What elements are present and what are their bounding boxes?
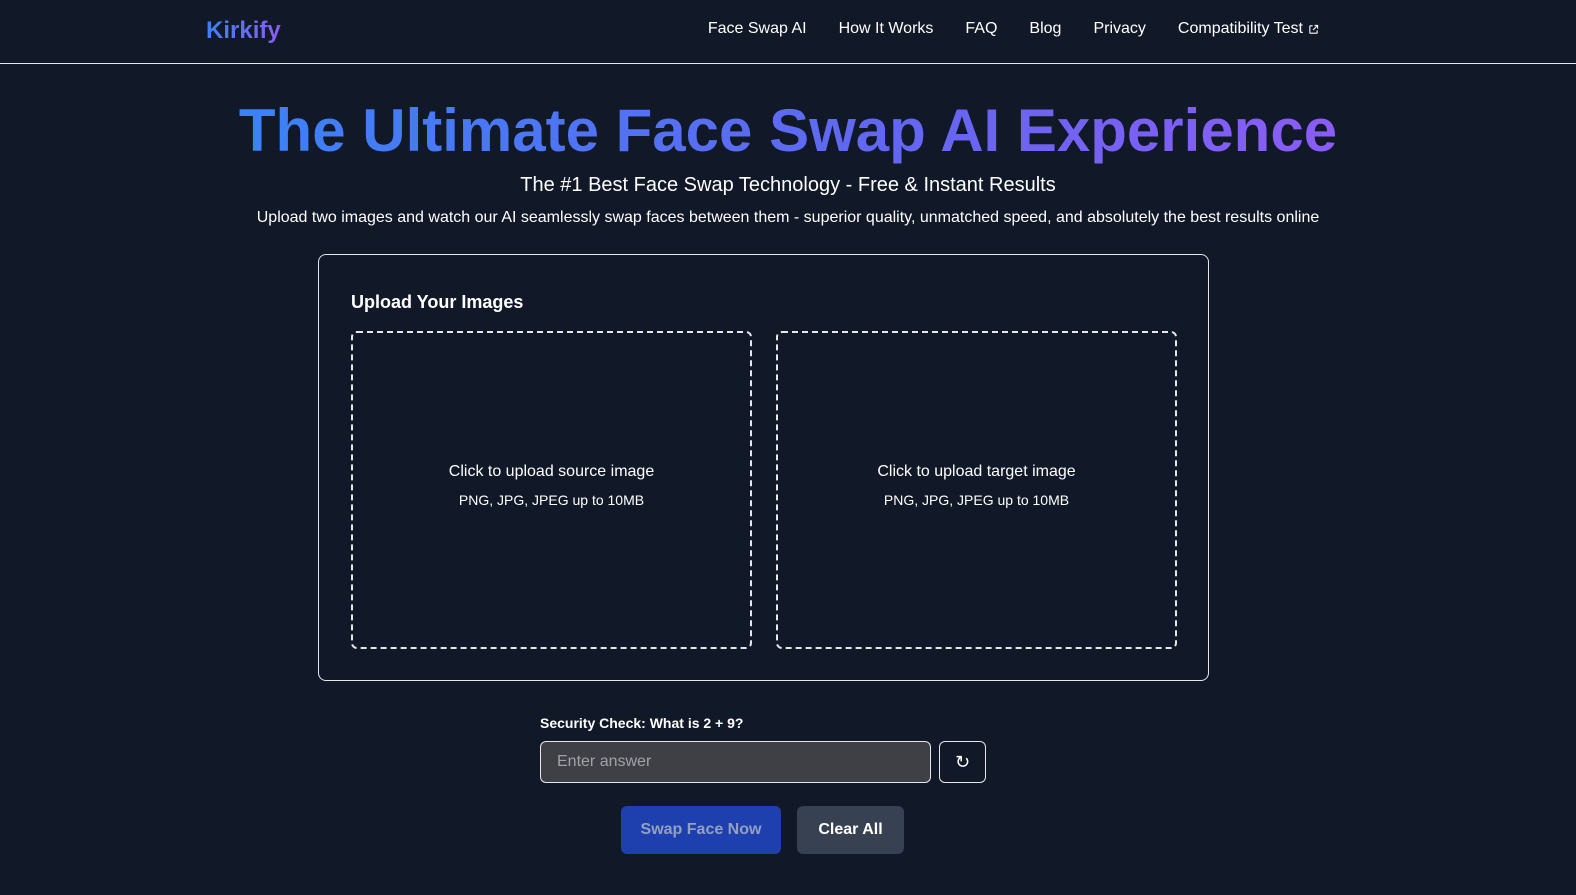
nav-link-face-swap-ai[interactable]: Face Swap AI [708,20,807,38]
nav-links: Face Swap AI How It Works FAQ Blog Priva… [708,20,1319,38]
source-dropzone-label: Click to upload source image [448,462,655,480]
target-dropzone-hint: PNG, JPG, JPEG up to 10MB [883,491,1070,508]
source-image-dropzone[interactable]: Click to upload source image PNG, JPG, J… [351,331,752,649]
nav-link-compatibility-test[interactable]: Compatibility Test [1178,20,1319,38]
top-navbar: Kirkify Face Swap AI How It Works FAQ Bl… [0,0,1576,64]
nav-link-privacy[interactable]: Privacy [1093,20,1145,38]
hero-description: Upload two images and watch our AI seaml… [256,209,1320,226]
refresh-captcha-button[interactable]: ↻ [939,741,986,783]
security-check-label: Security Check: What is 2 + 9? [540,715,744,731]
nav-link-compatibility-test-label: Compatibility Test [1177,20,1303,37]
security-answer-input[interactable] [540,741,931,783]
upload-card-title: Upload Your Images [351,292,524,312]
clear-all-button[interactable]: Clear All [797,806,904,854]
hero-title: The Ultimate Face Swap AI Experience [0,93,1576,169]
source-dropzone-hint: PNG, JPG, JPEG up to 10MB [458,491,645,508]
nav-link-how-it-works[interactable]: How It Works [839,20,934,38]
upload-card: Upload Your Images Click to upload sourc… [318,254,1209,681]
target-dropzone-label: Click to upload target image [877,462,1076,480]
hero-title-text: The Ultimate Face Swap AI Experience [238,97,1338,164]
brand-logo[interactable]: Kirkify [206,17,281,45]
target-image-dropzone[interactable]: Click to upload target image PNG, JPG, J… [776,331,1177,649]
nav-link-faq[interactable]: FAQ [965,20,997,38]
nav-link-blog[interactable]: Blog [1029,20,1061,38]
hero-subtitle: The #1 Best Face Swap Technology - Free … [520,174,1056,196]
external-link-icon [1309,24,1319,34]
refresh-icon: ↻ [954,751,971,773]
swap-face-button[interactable]: Swap Face Now [621,806,781,854]
